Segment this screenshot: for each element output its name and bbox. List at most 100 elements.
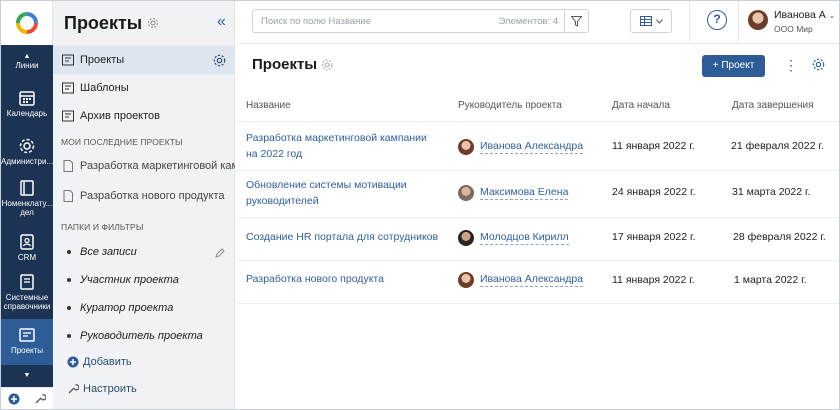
wrench-icon[interactable] <box>34 393 46 405</box>
folders-caption: ПАПКИ И ФИЛЬТРЫ <box>61 222 144 232</box>
recent-project-item[interactable]: Разработка нового продукта <box>53 182 235 210</box>
bullet-icon <box>67 278 71 283</box>
filter-all-records[interactable]: Все записи <box>67 246 137 258</box>
page-title-text: Проекты <box>252 56 318 73</box>
manager-cell: Иванова Александра <box>458 272 584 288</box>
filter-manager[interactable]: Руководитель проекта <box>67 330 203 342</box>
view-selector[interactable] <box>630 9 672 33</box>
rail-item-admin[interactable]: Администри... <box>1 137 53 166</box>
divider <box>738 1 739 44</box>
avatar[interactable] <box>748 10 768 30</box>
end-date: 1 марта 2022 г. <box>734 274 807 286</box>
topbar: Поиск по полю Название Элементов: 4 ? Ив… <box>236 1 839 44</box>
nav-item-templates[interactable]: Шаблоны <box>53 74 235 102</box>
add-icon <box>67 356 79 368</box>
table-header: Название Руководитель проекта Дата начал… <box>236 90 839 122</box>
document-icon <box>63 160 73 172</box>
nav-item-projects[interactable]: Проекты <box>53 46 235 74</box>
configure-label: Настроить <box>83 383 137 395</box>
start-date: 17 января 2022 г. <box>612 231 696 243</box>
add-filter-button[interactable]: Добавить <box>67 356 132 368</box>
rail-item-crm[interactable]: CRM <box>1 233 53 262</box>
nav-item-label: Проекты <box>80 54 125 66</box>
recent-project-label: Разработка нового продукта <box>80 190 225 202</box>
nav-item-archive[interactable]: Архив проектов <box>53 102 235 130</box>
help-button[interactable]: ? <box>707 10 727 30</box>
table-view-icon <box>639 16 652 26</box>
add-filter-label: Добавить <box>83 356 132 368</box>
table-row[interactable]: Создание HR портала для сотрудников Моло… <box>236 219 839 261</box>
rail-item-calendar[interactable]: Календарь <box>1 89 53 118</box>
project-name-link[interactable]: Обновление системы мотивации руководител… <box>246 177 441 209</box>
configure-button[interactable]: Настроить <box>67 383 137 395</box>
rail-item-lines[interactable]: ▲ Линии <box>1 53 53 70</box>
rail-item-label: Администри... <box>1 157 54 166</box>
manager-link[interactable]: Молодцов Кирилл <box>480 231 569 245</box>
table-row[interactable]: Обновление системы мотивации руководител… <box>236 172 839 218</box>
filter-icon <box>571 15 582 27</box>
manager-link[interactable]: Иванова Александра <box>480 273 584 287</box>
filter-label: Участник проекта <box>80 274 179 286</box>
search-input[interactable]: Поиск по полю Название Элементов: 4 <box>252 9 589 33</box>
rail-item-nomenclature[interactable]: Номенклату... дел <box>1 179 53 217</box>
avatar <box>458 185 474 201</box>
pencil-icon[interactable] <box>215 248 225 258</box>
start-date: 11 января 2022 г. <box>612 140 695 152</box>
project-name-link[interactable]: Разработка маркетинговой кампании на 202… <box>246 130 441 162</box>
manager-cell: Иванова Александра <box>458 139 584 155</box>
column-header-name[interactable]: Название <box>246 100 291 111</box>
table-row[interactable]: Разработка нового продукта Иванова Алекс… <box>236 262 839 304</box>
filter-button[interactable] <box>564 10 588 32</box>
bullet-icon <box>67 250 71 255</box>
gear-icon[interactable] <box>812 58 825 71</box>
list-icon <box>62 110 74 122</box>
add-project-button[interactable]: + Проект <box>702 55 765 77</box>
logo-icon <box>15 12 38 34</box>
gear-icon[interactable] <box>213 54 226 67</box>
projects-icon <box>19 328 35 342</box>
gear-icon[interactable] <box>147 17 159 29</box>
chevron-down-icon[interactable]: ▼ <box>1 371 53 380</box>
manager-link[interactable]: Иванова Александра <box>480 140 584 154</box>
table-row[interactable]: Разработка маркетинговой кампании на 202… <box>236 123 839 171</box>
section-nav: Проекты « Проекты Шаблоны Архив проектов… <box>53 1 235 409</box>
filter-participant[interactable]: Участник проекта <box>67 274 179 286</box>
column-header-manager[interactable]: Руководитель проекта <box>458 100 562 111</box>
recent-projects-caption: МОИ ПОСЛЕДНИЕ ПРОЕКТЫ <box>61 137 183 147</box>
column-header-end[interactable]: Дата завершения <box>732 100 814 111</box>
more-options-icon[interactable]: ⋮ <box>784 57 798 74</box>
rail-item-label: Календарь <box>6 109 48 118</box>
avatar <box>458 272 474 288</box>
rail-item-references[interactable]: Системные справочники <box>1 273 53 311</box>
user-menu[interactable]: Иванова А ⌄ <box>774 9 835 21</box>
document-icon <box>63 190 73 202</box>
manager-cell: Максимова Елена <box>458 185 569 201</box>
filter-label: Руководитель проекта <box>80 330 203 342</box>
contact-icon <box>20 234 34 250</box>
nav-title: Проекты <box>64 12 143 33</box>
gear-icon[interactable] <box>321 59 333 71</box>
gear-icon <box>19 138 35 154</box>
reference-book-icon <box>20 274 34 290</box>
project-name-link[interactable]: Создание HR портала для сотрудников <box>246 229 441 245</box>
element-count: Элементов: 4 <box>498 15 558 27</box>
chevron-down-icon <box>655 18 663 24</box>
avatar <box>458 139 474 155</box>
book-icon <box>20 180 34 196</box>
app-logo[interactable] <box>1 1 53 45</box>
recent-project-item[interactable]: Разработка маркетинговой кампа <box>53 152 235 180</box>
chevron-down-icon: ⌄ <box>828 11 836 20</box>
filter-label: Все записи <box>80 246 137 258</box>
manager-link[interactable]: Максимова Елена <box>480 186 569 200</box>
column-header-start[interactable]: Дата начала <box>612 100 670 111</box>
rail-item-projects[interactable]: Проекты <box>1 319 53 365</box>
rail-item-label: Системные справочники <box>3 293 51 311</box>
rail-item-label: Проекты <box>10 346 44 355</box>
add-icon[interactable] <box>8 393 20 405</box>
collapse-panel-button[interactable]: « <box>217 13 226 31</box>
rail-item-label: CRM <box>17 253 37 262</box>
filter-label: Куратор проекта <box>80 302 174 314</box>
project-name-link[interactable]: Разработка нового продукта <box>246 271 441 287</box>
filter-curator[interactable]: Куратор проекта <box>67 302 173 314</box>
recent-project-label: Разработка маркетинговой кампа <box>80 160 235 172</box>
